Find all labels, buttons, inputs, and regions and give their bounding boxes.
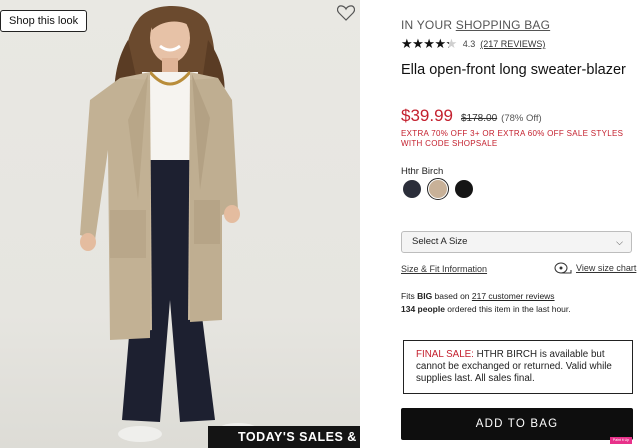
measuring-tape-icon	[554, 262, 572, 274]
fits-middle: based on	[432, 291, 472, 301]
rating-score: 4.3	[462, 39, 476, 49]
view-size-chart-link[interactable]: View size chart	[554, 262, 636, 274]
recent-orders-note: 134 people ordered this item in the last…	[401, 304, 571, 314]
todays-sales-offers-bar[interactable]: TODAY'S SALES & OFFERS ›	[208, 426, 360, 448]
fits-value: BIG	[417, 291, 433, 301]
swatch-navy[interactable]	[401, 178, 423, 200]
fit-summary: Fits BIG based on 217 customer reviews	[401, 291, 555, 301]
customer-reviews-link[interactable]: 217 customer reviews	[472, 291, 555, 301]
people-rest: ordered this item in the last hour.	[444, 304, 571, 314]
promo-code-text: EXTRA 70% OFF 3+ OR EXTRA 60% OFF SALE S…	[401, 129, 624, 148]
sale-price: $39.99	[401, 106, 453, 125]
discount-percent: (78% Off)	[501, 113, 542, 124]
size-select[interactable]: Select A Size ⌵	[401, 231, 632, 253]
shopping-bag-link[interactable]: SHOPPING BAG	[456, 18, 550, 32]
original-price: $178.00	[461, 113, 498, 124]
in-bag-notice: IN YOUR SHOPPING BAG	[401, 18, 550, 32]
people-count: 134 people	[401, 304, 445, 314]
final-sale-label: FINAL SALE:	[416, 349, 474, 360]
heart-icon[interactable]	[337, 5, 355, 21]
color-label: Hthr Birch	[401, 166, 444, 177]
swatch-hthr-birch[interactable]	[427, 178, 449, 200]
size-chart-label: View size chart	[576, 263, 637, 273]
rating-row: ★★★★★ ★★★★★ 4.3 (217 REVIEWS)	[401, 37, 545, 51]
chevron-down-icon: ⌵	[616, 237, 623, 247]
promo-bar-label: TODAY'S SALES & OFFERS	[238, 430, 360, 444]
product-title: Ella open-front long sweater-blazer	[401, 62, 626, 78]
product-info-panel: IN YOUR SHOPPING BAG ★★★★★ ★★★★★ 4.3 (21…	[401, 0, 640, 448]
size-fit-info-link[interactable]: Size & Fit Information	[401, 264, 487, 274]
product-photo[interactable]: Shop this look TODAY'S SALES & OFFERS ›	[0, 0, 360, 448]
size-select-label: Select A Size	[412, 236, 468, 247]
in-bag-prefix: IN YOUR	[401, 18, 456, 32]
model-image	[80, 6, 258, 442]
swatch-black[interactable]	[453, 178, 475, 200]
color-swatches	[401, 178, 479, 200]
price-row: $39.99 $178.00 (78% Off)	[401, 106, 542, 126]
reviews-link[interactable]: (217 REVIEWS)	[480, 39, 545, 49]
star-rating-icon: ★★★★★ ★★★★★	[401, 36, 457, 51]
shop-this-look-button[interactable]: Shop this look	[0, 10, 88, 32]
final-sale-notice: FINAL SALE: HTHR BIRCH is available but …	[403, 340, 633, 394]
add-to-bag-button[interactable]: ADD TO BAG	[401, 408, 633, 440]
fits-prefix: Fits	[401, 291, 418, 301]
paint-it-up-badge[interactable]: Paint it Up	[610, 437, 632, 444]
